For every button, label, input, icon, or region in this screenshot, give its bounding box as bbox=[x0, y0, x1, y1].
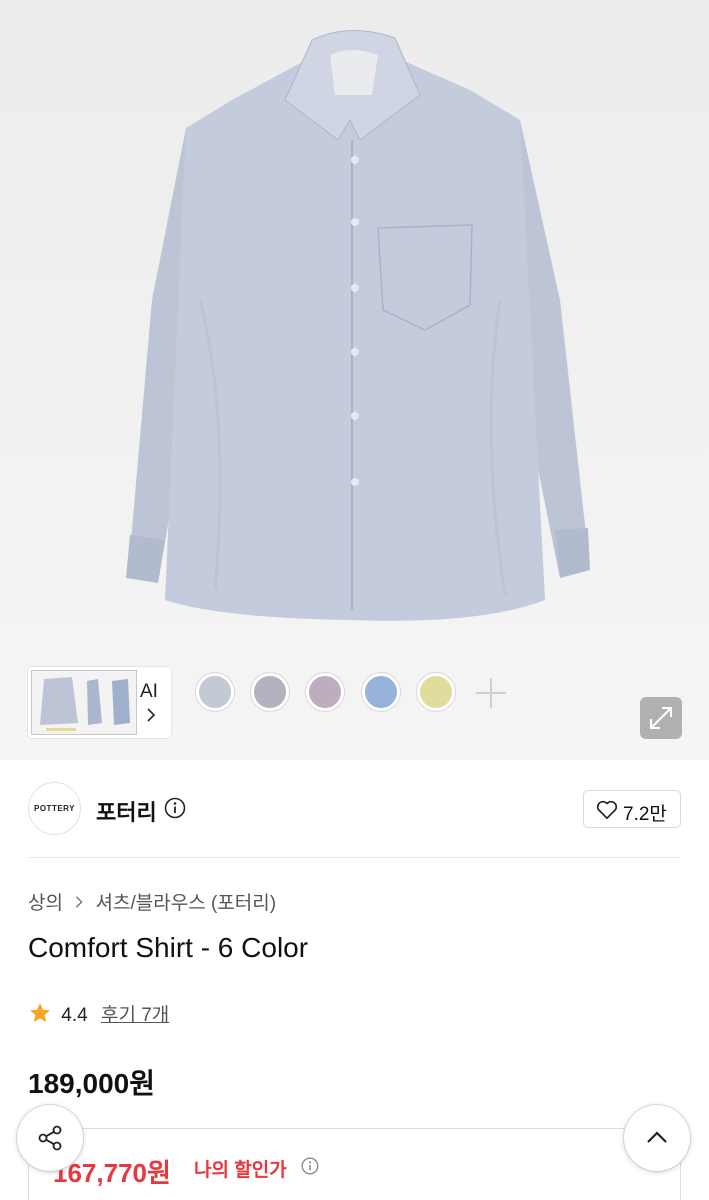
like-count: 7.2만 bbox=[623, 804, 667, 825]
heart-icon bbox=[596, 800, 618, 819]
brand-name[interactable]: 포터리 bbox=[96, 795, 157, 827]
star-icon bbox=[30, 1003, 50, 1022]
swatch-gray-lavender[interactable] bbox=[251, 673, 289, 711]
swatch-mauve[interactable] bbox=[306, 673, 344, 711]
product-price: 189,000원 bbox=[28, 1068, 155, 1099]
thumbnail-image bbox=[31, 670, 137, 735]
share-icon bbox=[38, 1125, 62, 1151]
ai-thumbnail-card[interactable]: AI bbox=[28, 667, 171, 738]
product-image-area[interactable]: AI bbox=[0, 0, 709, 760]
brand-like-button[interactable]: 7.2만 bbox=[583, 790, 681, 828]
divider bbox=[28, 857, 681, 858]
brand-logo-text: POTTERY bbox=[34, 804, 75, 813]
product-rating: 4.4 후기 7개 bbox=[28, 1000, 169, 1027]
breadcrumb-category[interactable]: 상의 bbox=[28, 893, 63, 914]
swatch-blue[interactable] bbox=[362, 673, 400, 711]
ai-label: AI bbox=[140, 681, 158, 702]
more-colors-plus-icon[interactable] bbox=[472, 674, 510, 712]
chevron-right-icon bbox=[147, 708, 156, 722]
scroll-top-button[interactable] bbox=[624, 1105, 690, 1171]
share-button[interactable] bbox=[17, 1105, 83, 1171]
swatch-yellow[interactable] bbox=[417, 673, 455, 711]
expand-icon bbox=[650, 707, 672, 729]
brand-info-icon[interactable] bbox=[164, 797, 186, 819]
product-shirt-image bbox=[126, 30, 590, 621]
discount-label: 나의 할인가 bbox=[194, 1160, 287, 1181]
expand-image-button[interactable] bbox=[640, 697, 682, 739]
chevron-up-icon bbox=[647, 1131, 667, 1143]
breadcrumb-subcategory[interactable]: 셔츠/블라우스 (포터리) bbox=[96, 893, 277, 914]
chevron-right-icon bbox=[76, 896, 83, 908]
discount-box[interactable]: 167,770원 나의 할인가 bbox=[28, 1128, 681, 1200]
reviews-link[interactable]: 후기 7개 bbox=[101, 1005, 169, 1026]
product-title: Comfort Shirt - 6 Color bbox=[28, 932, 309, 963]
swatch-gray-blue[interactable] bbox=[196, 673, 234, 711]
breadcrumb: 상의 셔츠/블라우스 (포터리) bbox=[28, 888, 276, 915]
brand-logo[interactable]: POTTERY bbox=[28, 782, 81, 835]
discount-info-icon[interactable] bbox=[301, 1157, 319, 1175]
rating-score: 4.4 bbox=[61, 1005, 88, 1026]
